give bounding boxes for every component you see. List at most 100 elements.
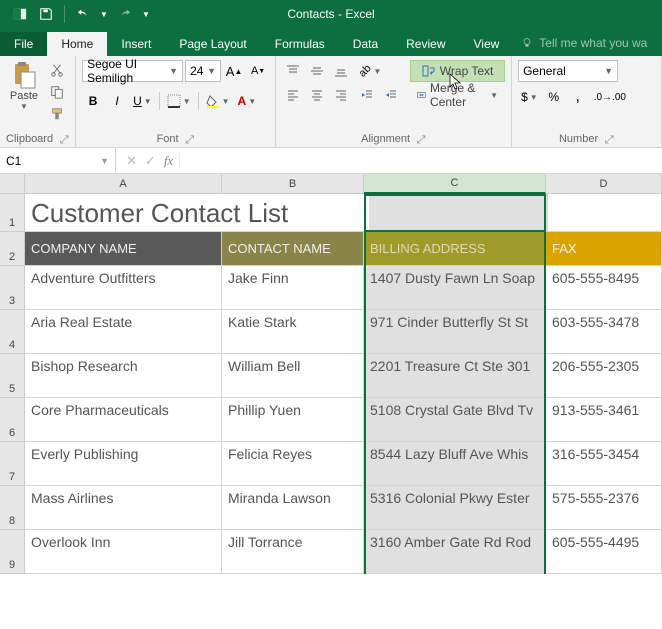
comma-format-button[interactable]: , xyxy=(567,86,589,108)
cell[interactable]: 5316 Colonial Pkwy Ester xyxy=(364,486,546,529)
row-header[interactable]: 8 xyxy=(0,486,24,530)
col-header[interactable]: C xyxy=(364,174,546,194)
format-painter-icon[interactable] xyxy=(46,104,68,124)
accounting-format-button[interactable]: $▼ xyxy=(518,86,541,108)
cell[interactable]: Katie Stark xyxy=(222,310,364,353)
tab-view[interactable]: View xyxy=(460,32,514,56)
cell[interactable]: Everly Publishing xyxy=(25,442,222,485)
fill-color-button[interactable]: ▼ xyxy=(203,90,233,112)
underline-button[interactable]: U▼ xyxy=(130,90,155,112)
tab-review[interactable]: Review xyxy=(392,32,459,56)
merge-center-button[interactable]: Merge & Center▼ xyxy=(410,84,505,106)
col-header[interactable]: D xyxy=(546,174,662,193)
excel-icon[interactable] xyxy=(8,3,32,25)
decrease-font-icon[interactable]: A▼ xyxy=(247,60,269,82)
increase-decimal-icon[interactable]: .0→.00 xyxy=(591,86,629,108)
save-icon[interactable] xyxy=(34,3,58,25)
tab-home[interactable]: Home xyxy=(47,32,107,56)
tab-formulas[interactable]: Formulas xyxy=(261,32,339,56)
increase-indent-icon[interactable] xyxy=(380,84,402,106)
copy-icon[interactable] xyxy=(46,82,68,102)
font-name-combo[interactable]: Segoe UI Semiligh▼ xyxy=(82,60,183,82)
row-header[interactable]: 2 xyxy=(0,232,24,266)
row-header[interactable]: 4 xyxy=(0,310,24,354)
number-dialog-icon[interactable]: ⤢ xyxy=(604,134,614,144)
cell[interactable]: 603-555-3478 xyxy=(546,310,662,353)
percent-format-button[interactable]: % xyxy=(543,86,565,108)
tab-data[interactable]: Data xyxy=(339,32,392,56)
cell[interactable]: BILLING ADDRESS xyxy=(364,232,546,265)
cell[interactable]: Felicia Reyes xyxy=(222,442,364,485)
cell[interactable]: 206-555-2305 xyxy=(546,354,662,397)
font-dialog-icon[interactable]: ⤢ xyxy=(185,134,195,144)
row-header[interactable]: 6 xyxy=(0,398,24,442)
align-center-icon[interactable] xyxy=(306,84,328,106)
bold-button[interactable]: B xyxy=(82,90,104,112)
alignment-dialog-icon[interactable]: ⤢ xyxy=(416,134,426,144)
cell[interactable]: 8544 Lazy Bluff Ave Whis xyxy=(364,442,546,485)
undo-icon[interactable] xyxy=(71,3,95,25)
name-box[interactable]: C1▼ xyxy=(0,148,116,173)
cell[interactable]: Phillip Yuen xyxy=(222,398,364,441)
cell[interactable]: 913-555-3461 xyxy=(546,398,662,441)
tab-file[interactable]: File xyxy=(0,32,47,56)
cell[interactable]: COMPANY NAME xyxy=(25,232,222,265)
cell[interactable]: 316-555-3454 xyxy=(546,442,662,485)
col-header[interactable]: B xyxy=(222,174,364,193)
cell[interactable] xyxy=(369,194,548,231)
increase-font-icon[interactable]: A▲ xyxy=(223,60,245,82)
undo-dropdown[interactable]: ▼ xyxy=(97,3,111,25)
cell[interactable]: 575-555-2376 xyxy=(546,486,662,529)
cell[interactable]: Miranda Lawson xyxy=(222,486,364,529)
redo-icon[interactable] xyxy=(113,3,137,25)
tab-page-layout[interactable]: Page Layout xyxy=(165,32,260,56)
cell[interactable]: FAX xyxy=(546,232,662,265)
number-format-combo[interactable]: General▼ xyxy=(518,60,618,82)
row-header[interactable]: 1 xyxy=(0,194,24,232)
row-header[interactable]: 7 xyxy=(0,442,24,486)
align-bottom-icon[interactable] xyxy=(330,60,352,82)
borders-button[interactable]: ▼ xyxy=(164,90,194,112)
cell[interactable]: 2201 Treasure Ct Ste 301 xyxy=(364,354,546,397)
cell[interactable]: Jake Finn xyxy=(222,266,364,309)
align-right-icon[interactable] xyxy=(330,84,352,106)
align-middle-icon[interactable] xyxy=(306,60,328,82)
cell[interactable]: Bishop Research xyxy=(25,354,222,397)
tab-insert[interactable]: Insert xyxy=(107,32,165,56)
cell[interactable]: Core Pharmaceuticals xyxy=(25,398,222,441)
cell[interactable]: Jill Torrance xyxy=(222,530,364,573)
cell[interactable]: CONTACT NAME xyxy=(222,232,364,265)
row-header[interactable]: 3 xyxy=(0,266,24,310)
select-all-corner[interactable] xyxy=(0,174,24,194)
cell[interactable]: Aria Real Estate xyxy=(25,310,222,353)
cell[interactable]: 1407 Dusty Fawn Ln Soap xyxy=(364,266,546,309)
cell[interactable]: Customer Contact List xyxy=(25,194,357,231)
cell[interactable]: 971 Cinder Butterfly St St xyxy=(364,310,546,353)
italic-button[interactable]: I xyxy=(106,90,128,112)
cell[interactable]: William Bell xyxy=(222,354,364,397)
fx-icon[interactable]: fx xyxy=(164,153,180,169)
cell[interactable]: 605-555-8495 xyxy=(546,266,662,309)
clipboard-dialog-icon[interactable]: ⤢ xyxy=(59,134,69,144)
tell-me-search[interactable]: Tell me what you wa xyxy=(513,30,655,56)
align-top-icon[interactable] xyxy=(282,60,304,82)
cell[interactable]: 605-555-4495 xyxy=(546,530,662,573)
cell[interactable]: Mass Airlines xyxy=(25,486,222,529)
wrap-text-button[interactable]: Wrap Text xyxy=(410,60,505,82)
orientation-button[interactable]: ab▼ xyxy=(356,60,384,82)
qat-customize[interactable]: ▼ xyxy=(139,3,153,25)
align-left-icon[interactable] xyxy=(282,84,304,106)
cell[interactable]: 5108 Crystal Gate Blvd Tv xyxy=(364,398,546,441)
cancel-formula-icon[interactable]: ✕ xyxy=(126,153,137,169)
col-header[interactable]: A xyxy=(25,174,222,193)
decrease-indent-icon[interactable] xyxy=(356,84,378,106)
cut-icon[interactable] xyxy=(46,60,68,80)
cell[interactable]: Adventure Outfitters xyxy=(25,266,222,309)
row-header[interactable]: 5 xyxy=(0,354,24,398)
enter-formula-icon[interactable]: ✓ xyxy=(145,153,156,169)
cell[interactable]: Overlook Inn xyxy=(25,530,222,573)
font-size-combo[interactable]: 24▼ xyxy=(185,60,221,82)
cell[interactable] xyxy=(548,194,662,231)
row-header[interactable]: 9 xyxy=(0,530,24,574)
paste-button[interactable]: Paste ▼ xyxy=(6,60,42,131)
